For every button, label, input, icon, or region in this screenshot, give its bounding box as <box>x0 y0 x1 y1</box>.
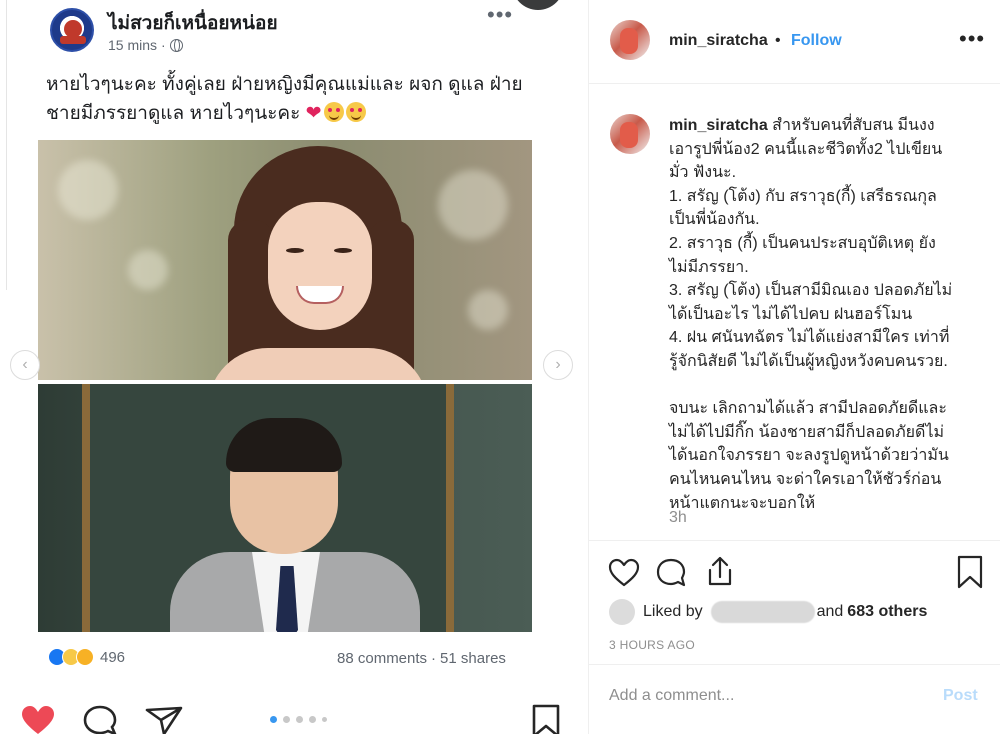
photo-woman-smiling <box>38 140 532 380</box>
fb-reactions: 496 <box>48 648 125 666</box>
liked-by-row: Liked by and 683 others <box>609 599 927 625</box>
follow-button[interactable]: Follow <box>791 32 842 50</box>
comment-username[interactable]: min_siratcha <box>669 117 768 134</box>
fb-caption-line1: หายไวๆนะคะ ทั้งคู่เลย ฝ่ายหญิงมีคุณแม่แล… <box>46 74 523 95</box>
fb-page-name: ไม่สวยก็เหนื่อยหน่อย <box>108 13 278 34</box>
photo-man-in-suit <box>38 384 532 632</box>
caption-line: คนไหนคนไหน จะด่าใครเอาให้ชัวร์ก่อน <box>669 470 942 488</box>
fb-comment-count: 88 comments <box>337 650 428 667</box>
divider <box>6 0 7 290</box>
comment-time: 3h <box>669 509 687 526</box>
wow-reaction-icon <box>76 648 94 666</box>
comment-icon[interactable] <box>655 557 687 589</box>
globe-icon <box>169 38 183 52</box>
caption-comment: min_siratcha สำหรับคนที่สับสน มีนงงเอารู… <box>589 84 1000 540</box>
caption-line: 4. ฝน ศนันทฉัตร ไม่ได้แย่งสามีใคร เท่าที… <box>669 329 950 347</box>
caption-line: ไม่มีภรรยา. <box>669 258 749 276</box>
liker-avatar[interactable] <box>609 599 635 625</box>
facebook-post-screenshot: ไม่สวยก็เหนื่อยหน่อย 15 mins · ••• หายไว… <box>0 0 588 734</box>
caption-line: ไม่ได้ไปมีกิ๊ก น้องชายสามีก็ปลอดภัยดีไม่ <box>669 423 945 441</box>
heart-eyes-emoji-icon <box>345 102 366 122</box>
comment-input[interactable] <box>609 687 909 705</box>
upload-share-icon[interactable] <box>704 555 736 587</box>
liked-and-label: and <box>816 603 844 620</box>
likes-count-button[interactable]: 683 others <box>847 603 927 621</box>
fb-reaction-count: 496 <box>100 648 126 666</box>
caption-line: 2. สราวุธ (กี้) เป็นคนประสบอุบัติเหตุ ยั… <box>669 234 936 252</box>
post-timestamp[interactable]: 3 HOURS AGO <box>609 638 695 652</box>
heart-icon[interactable] <box>20 704 56 734</box>
left-action-bar <box>0 698 588 734</box>
carousel-dots <box>270 716 327 723</box>
caption-line: หน้าแตกนะจะบอกให้ <box>669 494 816 512</box>
author-avatar[interactable] <box>610 20 650 60</box>
fb-page-avatar <box>50 8 94 52</box>
carousel-prev-button[interactable]: ‹ <box>10 350 40 380</box>
carousel-next-button[interactable]: › <box>543 350 573 380</box>
share-icon[interactable] <box>144 704 184 734</box>
caption-line: ได้เป็นอะไร ไม่ได้ไปคบ ฝนฮอร์โมน <box>669 305 913 323</box>
carousel-dot <box>309 716 316 723</box>
carousel-dot <box>270 716 277 723</box>
caption-line: ได้นอกใจภรรยา จะลงรูปดูหน้าด้วยว่ามัน <box>669 447 949 465</box>
fb-post-meta: 15 mins · <box>108 37 183 53</box>
bookmark-icon[interactable] <box>530 704 562 734</box>
fb-more-icon: ••• <box>487 2 514 27</box>
liker-username-redacted[interactable] <box>710 601 815 623</box>
caption-body: สำหรับคนที่สับสน มีนงงเอารูปพี่น้อง2 คนน… <box>669 117 952 512</box>
more-options-icon[interactable]: ••• <box>959 26 985 52</box>
caption-line: เป็นพี่น้องกัน. <box>669 211 760 229</box>
action-bar: Liked by and 683 others 3 HOURS AGO <box>589 540 1000 652</box>
comment-avatar[interactable] <box>610 114 650 154</box>
heart-emoji-icon: ❤ <box>305 103 322 124</box>
caption-line: 1. สรัญ (โต้ง) กับ สราวุธ(กี้) เสรีธรณกุ… <box>669 187 937 205</box>
post-comment-button[interactable]: Post <box>943 687 978 705</box>
bookmark-icon[interactable] <box>955 555 985 589</box>
caption-line: เอารูปพี่น้อง2 คนนี้และชีวิตทั้ง2 ไปเขีย… <box>669 140 943 158</box>
smiling-hearts-emoji-icon <box>323 102 344 122</box>
fb-share-count: 51 shares <box>440 650 506 667</box>
author-username[interactable]: min_siratcha <box>669 32 768 50</box>
caption-line: รู้จักนิสัยดี ไม่ได้เป็นผู้หญิงหวังคบคนร… <box>669 352 948 370</box>
caption-line: สำหรับคนที่สับสน มีนงง <box>772 117 935 134</box>
fb-caption: หายไวๆนะคะ ทั้งคู่เลย ฝ่ายหญิงมีคุณแม่แล… <box>46 70 546 128</box>
carousel-dot <box>283 716 290 723</box>
carousel-dot <box>322 717 327 722</box>
image-corner-artifact <box>512 0 564 10</box>
add-comment-bar: Post <box>589 664 1000 734</box>
caption-line: มั่ว ฟังนะ. <box>669 164 737 182</box>
fb-post-time: 15 mins <box>108 37 158 53</box>
fb-meta-separator: · <box>161 37 166 53</box>
post-image[interactable]: ไม่สวยก็เหนื่อยหน่อย 15 mins · ••• หายไว… <box>0 0 588 734</box>
liked-by-label: Liked by <box>643 603 703 620</box>
fb-caption-line2: ชายมีภรรยาดูแล หายไวๆนะคะ <box>46 103 301 124</box>
carousel-dot <box>296 716 303 723</box>
caption-line: จบนะ เลิกถามได้แล้ว สามีปลอดภัยดีและ <box>669 400 947 418</box>
post-side-panel: min_siratcha • Follow ••• min_siratcha ส… <box>588 0 1000 734</box>
caption-line: 3. สรัญ (โต้ง) เป็นสามีมิณเอง ปลอดภัยไม่ <box>669 282 953 300</box>
fb-stat-separator: · <box>431 650 437 667</box>
heart-icon[interactable] <box>608 557 640 589</box>
caption-text: min_siratcha สำหรับคนที่สับสน มีนงงเอารู… <box>669 114 969 515</box>
comment-icon[interactable] <box>82 704 118 734</box>
fb-stats: 88 comments · 51 shares <box>337 650 506 667</box>
header-separator: • <box>775 32 781 49</box>
post-header: min_siratcha • Follow ••• <box>589 0 1000 84</box>
